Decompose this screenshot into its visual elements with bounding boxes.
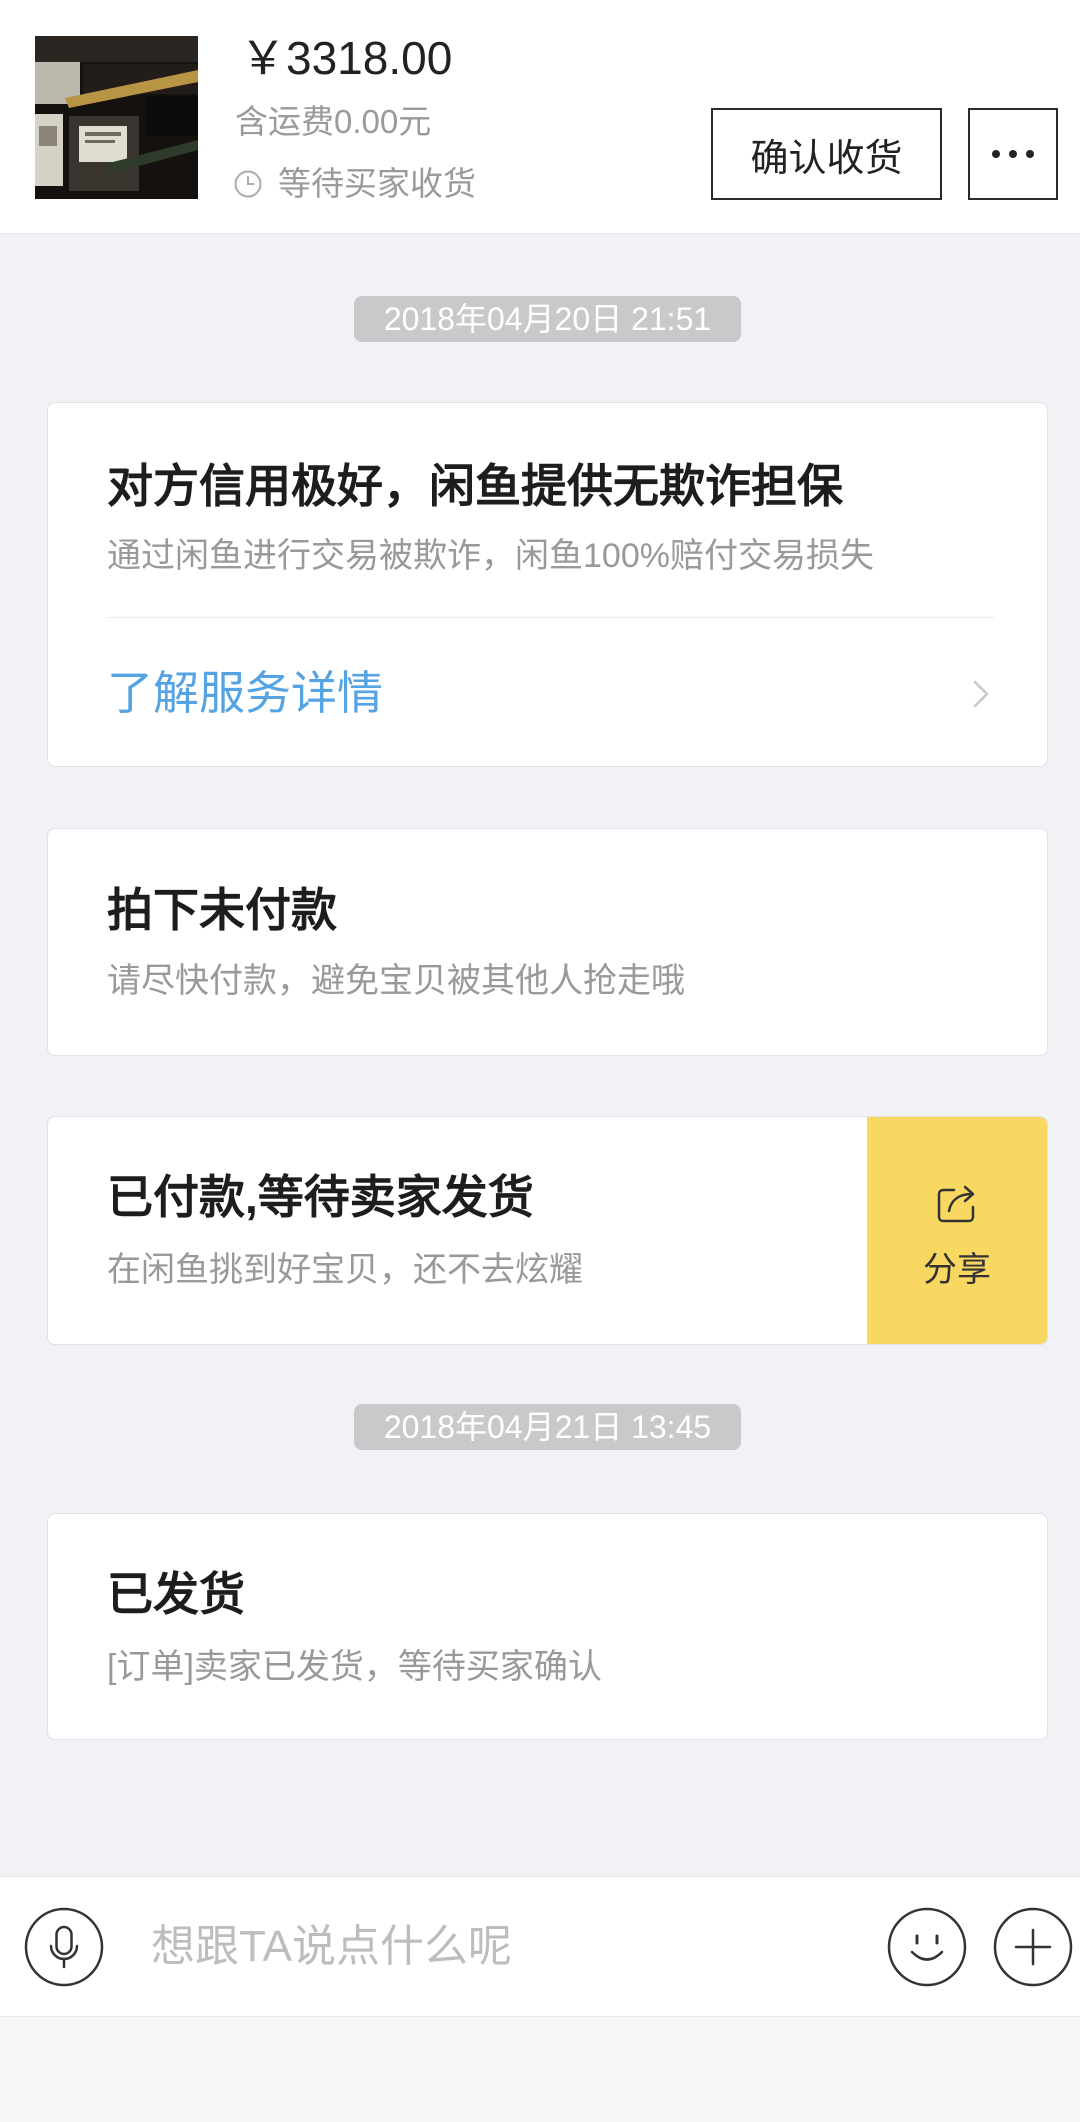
emoji-button[interactable] [887, 1907, 967, 1987]
share-button[interactable]: 分享 [867, 1117, 1047, 1344]
service-details-label: 了解服务详情 [107, 667, 383, 719]
guarantee-card: 对方信用极好，闲鱼提供无欺诈担保 通过闲鱼进行交易被欺诈，闲鱼100%赔付交易损… [47, 402, 1048, 767]
product-thumbnail[interactable] [35, 36, 198, 199]
order-status-text: 等待买家收货 [278, 165, 476, 202]
product-photo [35, 36, 198, 199]
add-button[interactable] [993, 1907, 1073, 1987]
card-desc: [订单]卖家已发货，等待买家确认 [107, 1648, 602, 1686]
status-card-paid: 已付款,等待卖家发货 在闲鱼挑到好宝贝，还不去炫耀 分享 [47, 1116, 1048, 1345]
order-price: ￥3318.00 [240, 32, 453, 84]
card-title: 已发货 [107, 1568, 245, 1620]
microphone-icon [24, 1907, 104, 1987]
plus-icon [993, 1907, 1073, 1987]
card-desc: 在闲鱼挑到好宝贝，还不去炫耀 [107, 1251, 583, 1289]
clock-icon [233, 169, 263, 199]
bottom-safe-area [0, 2016, 1080, 2122]
status-card-shipped: 已发货 [订单]卖家已发货，等待买家确认 [47, 1513, 1048, 1740]
voice-button[interactable] [24, 1907, 104, 1987]
share-label: 分享 [923, 1251, 991, 1289]
shipping-fee: 含运费0.00元 [235, 103, 432, 140]
message-input[interactable] [151, 1917, 851, 1977]
more-button[interactable] [968, 108, 1058, 200]
card-title: 对方信用极好，闲鱼提供无欺诈担保 [107, 460, 843, 512]
timestamp-badge: 2018年04月20日 21:51 [354, 296, 741, 342]
more-icon [992, 150, 1034, 158]
service-details-link[interactable]: 了解服务详情 [48, 618, 1047, 766]
smiley-icon [887, 1907, 967, 1987]
confirm-receipt-button[interactable]: 确认收货 [711, 108, 942, 200]
order-header: ￥3318.00 含运费0.00元 等待买家收货 确认收货 [0, 0, 1080, 234]
card-desc: 请尽快付款，避免宝贝被其他人抢走哦 [107, 962, 685, 1000]
card-desc: 通过闲鱼进行交易被欺诈，闲鱼100%赔付交易损失 [107, 537, 874, 575]
status-card-unpaid: 拍下未付款 请尽快付款，避免宝贝被其他人抢走哦 [47, 828, 1048, 1056]
chevron-right-icon [972, 679, 990, 709]
timestamp-badge: 2018年04月21日 13:45 [354, 1404, 741, 1450]
card-title: 拍下未付款 [107, 884, 337, 936]
share-icon [932, 1177, 982, 1227]
card-title: 已付款,等待卖家发货 [107, 1171, 534, 1223]
message-input-bar [0, 1876, 1080, 2016]
chat-screen: ￥3318.00 含运费0.00元 等待买家收货 确认收货 2018年04月20… [0, 0, 1080, 2122]
order-status: 等待买家收货 [233, 162, 476, 206]
